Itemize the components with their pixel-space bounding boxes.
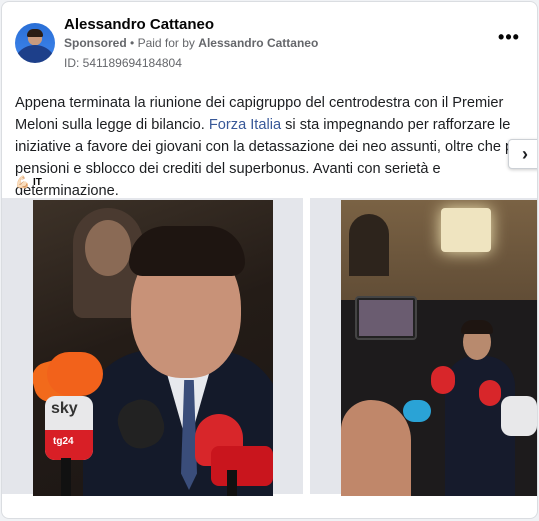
sponsored-post-card: Alessandro Cattaneo Sponsored • Paid for… — [1, 1, 538, 519]
speaker-hair-2 — [461, 320, 493, 334]
chevron-right-icon: › — [522, 144, 528, 164]
more-options-icon[interactable]: ••• — [498, 28, 520, 50]
microphone-red-4 — [479, 380, 501, 406]
avatar-hair — [27, 29, 43, 37]
speaker-hair — [129, 226, 245, 276]
language-row: 💪🏻 IT — [15, 174, 42, 190]
lit-window — [441, 208, 491, 252]
microphone-red-3 — [431, 366, 455, 394]
sky-logo: sky — [51, 400, 78, 417]
microphone-white — [501, 396, 537, 436]
foreground-hand — [341, 400, 411, 496]
microphone-blue — [403, 400, 431, 422]
sponsored-line: Sponsored • Paid for by Alessandro Catta… — [64, 36, 318, 50]
flexed-arm-emoji: 💪🏻 — [15, 175, 30, 189]
press-photo-2[interactable] — [341, 200, 537, 496]
paid-for-name: Alessandro Cattaneo — [198, 36, 319, 50]
ad-id: ID: 541189694184804 — [64, 56, 182, 70]
microphone-red-2 — [211, 446, 273, 486]
language-badge: IT — [33, 176, 42, 188]
carousel-slide-1[interactable]: sky tg24 — [2, 198, 303, 496]
building-window — [349, 214, 389, 276]
phone-screen — [359, 300, 413, 336]
carousel-slide-2[interactable] — [310, 198, 537, 496]
paid-for-prefix: Paid for by — [137, 36, 195, 50]
image-carousel: sky tg24 — [2, 198, 537, 498]
separator-dot: • — [130, 36, 135, 50]
author-name[interactable]: Alessandro Cattaneo — [64, 16, 214, 33]
press-photo-1[interactable]: sky tg24 — [33, 200, 273, 496]
background-face — [85, 220, 131, 276]
forza-italia-link[interactable]: Forza Italia — [209, 117, 281, 133]
post-body-text: Appena terminata la riunione dei capigru… — [15, 92, 531, 202]
tg24-logo: tg24 — [53, 436, 74, 447]
author-avatar[interactable] — [15, 23, 55, 63]
microphone-pole — [61, 458, 71, 496]
microphone-orange-2 — [47, 352, 103, 396]
microphone-pole-2 — [227, 470, 237, 496]
sponsored-label: Sponsored — [64, 36, 127, 50]
carousel-next-button[interactable]: › — [508, 139, 537, 169]
